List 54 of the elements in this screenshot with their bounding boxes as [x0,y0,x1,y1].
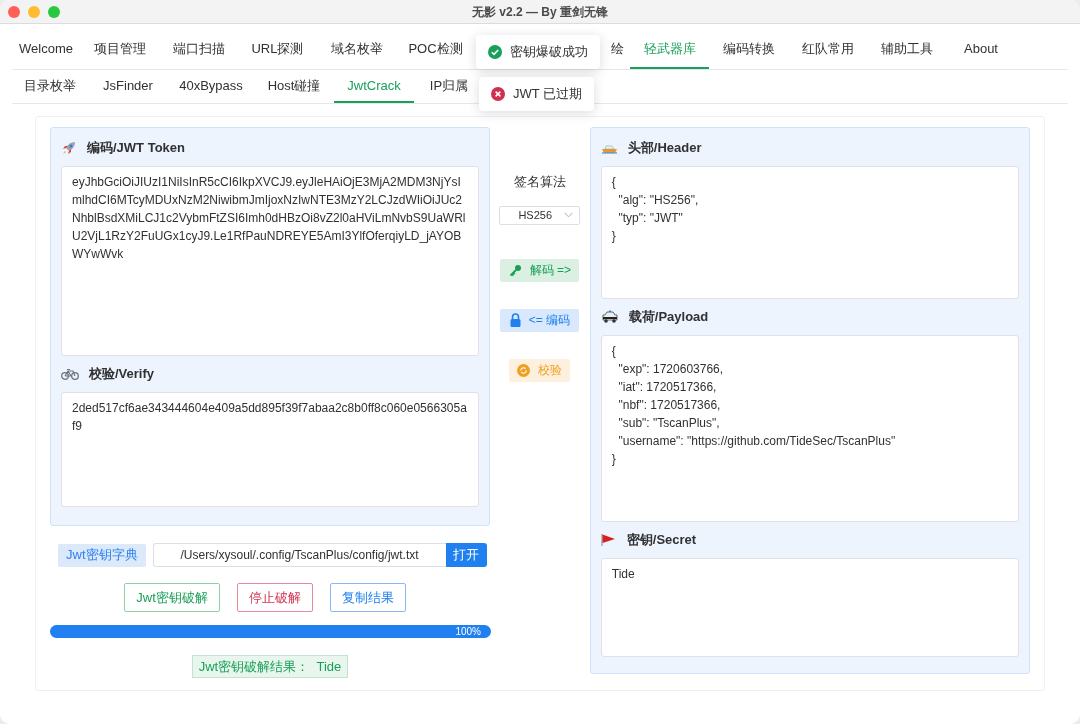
main-tab[interactable]: 项目管理 [80,30,159,69]
algorithm-label: 签名算法 [513,173,566,191]
police-car-icon [600,310,619,324]
stop-button[interactable]: 停止破解 [236,583,313,612]
algorithm-select[interactable]: HS256 [499,205,581,225]
maximize-button[interactable] [48,6,60,18]
sub-tab[interactable]: 40xBypass [168,70,254,103]
main-tab[interactable]: 红队常用 [788,30,867,69]
lock-icon [509,313,521,327]
main-tab[interactable]: Welcome [12,30,80,69]
text-area[interactable]: { "exp": 1720603766, "iat": 1720517366, "nbf": 1720517366, "sub": "TscanPlus", "username": "https://github.com/TideSec/TscanPlus" } [600,335,1019,522]
section-title: 载荷/Payload [628,308,709,327]
error-x-icon [491,87,505,101]
progress-reading: 100% [455,626,481,637]
window-title: 无影 v2.2 — By 重剑无锋 [472,3,608,21]
chevron-down-icon [564,212,574,218]
sub-tab[interactable]: Host碰撞 [254,70,334,103]
main-tab[interactable]: POC检测 [396,30,475,69]
main-tab[interactable]: 域名枚举 [317,30,396,69]
text-area[interactable]: { "alg": "HS256", "typ": "JWT" } [600,166,1019,299]
crack-result: Jwt密钥破解结果： Tide [191,655,349,678]
sub-tab[interactable]: JsFinder [88,70,168,103]
sub-tab[interactable]: 目录枚举 [12,70,88,103]
main-tab[interactable]: 绘 [600,30,630,69]
minimize-button[interactable] [28,6,40,18]
main-tab[interactable]: 端口扫描 [159,30,238,69]
rocket-icon [61,140,77,156]
section-title: 头部/Header [627,139,702,158]
toast-message: JWT 已过期 [513,85,583,104]
text-area[interactable]: eyJhbGciOiJIUzI1NiIsInR5cCI6IkpXVCJ9.eyJleHAiOjE3MjA2MDM3NjYsImlhdCI6MTcyMDUxNzM2NiwibmJmIjoxNzIwNTE3MzY2LCJzdWIiOiJUc2NhblBsdXMiLCJ1c2VybmFtZSI6Imh0dHBzOi8vZ2l0aHViLmNvbS9UaWRlU2VjL1RzY2FuUGx1cyJ9.Le1RfPauNDREYE5AmI3YlfOferqiyLD_jAYOBWYwWvk [61,166,479,356]
open-button[interactable]: 打开 [445,543,487,567]
section-title: 密钥/Secret [626,531,697,550]
main-tab[interactable]: About [946,30,1016,69]
text-area[interactable]: Tide [600,558,1019,657]
copy-button[interactable]: 复制结果 [329,583,406,612]
dictionary-path-field[interactable]: /Users/xysoul/.config/TscanPlus/config/jwt.txt [152,543,446,567]
main-tab[interactable]: 轻武器库 [630,30,709,69]
sub-tab[interactable]: JwtCrack [334,70,414,103]
main-tab[interactable]: URL探测 [238,30,317,69]
crack-button[interactable]: Jwt密钥破解 [124,583,220,612]
flag-icon [600,533,617,547]
section-title: 校验/Verify [89,365,155,384]
dictionary-label: Jwt密钥字典 [58,543,146,567]
bicycle-icon [61,367,79,381]
text-area[interactable]: 2ded517cf6ae343444604e409a5dd895f39f7abaa2c8b0ff8c060e0566305af9 [61,392,479,507]
main-tab[interactable]: 辅助工具 [867,30,946,69]
close-button[interactable] [8,6,20,18]
refresh-icon [517,363,531,377]
main-tab[interactable]: 编码转换 [709,30,788,69]
section-title: 编码/JWT Token [87,139,185,158]
toast-message: 密钥爆破成功 [510,43,588,62]
sub-tab[interactable]: IP归属 [414,70,484,103]
success-check-icon [488,45,502,59]
key-icon [508,263,522,277]
